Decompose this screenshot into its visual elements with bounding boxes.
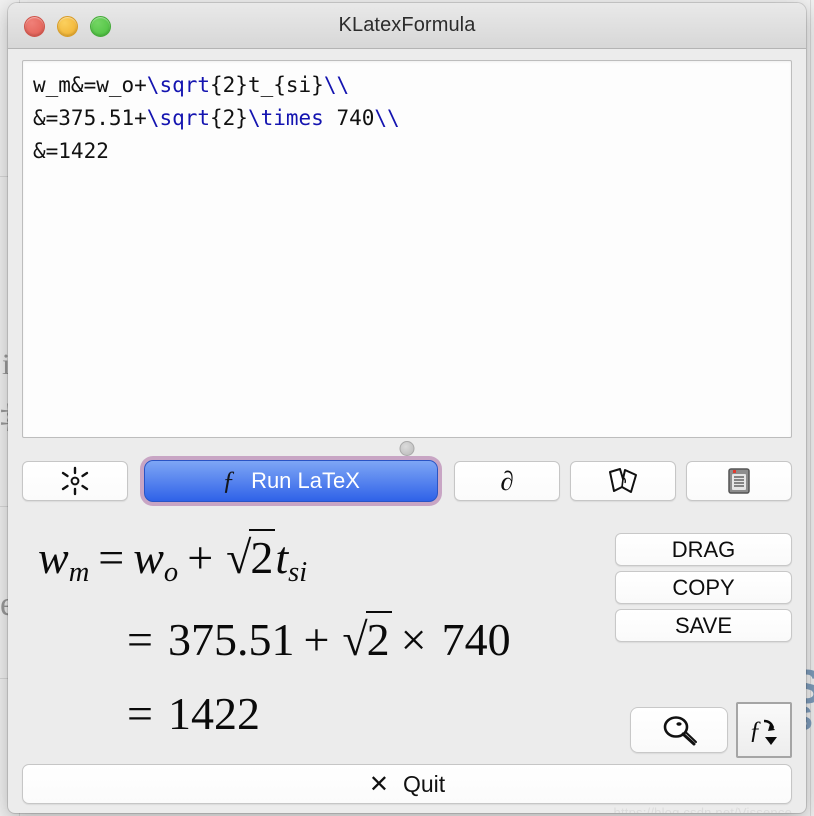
- drag-button[interactable]: DRAG: [615, 533, 792, 566]
- sun-sparkle-icon: [58, 466, 92, 496]
- quit-button[interactable]: ✕ Quit: [22, 764, 792, 804]
- math-number: 740: [441, 614, 511, 665]
- math-operator: =: [127, 688, 153, 739]
- close-x-icon: ✕: [368, 771, 389, 798]
- math-number: 375.51: [167, 614, 295, 665]
- latex-command-token: \sqrt: [146, 106, 211, 130]
- run-latex-button[interactable]: ƒ Run LaTeX: [144, 460, 438, 502]
- save-button[interactable]: SAVE: [615, 609, 792, 642]
- latex-text-token: {2}t_{si}: [210, 73, 324, 97]
- clear-latex-button[interactable]: [22, 461, 128, 501]
- latex-command-token: \\: [374, 106, 400, 130]
- run-latex-label: Run LaTeX: [251, 468, 360, 493]
- klatexformula-window: KLatexFormula w_m&=w_o+\sqrt{2}t_{si}\\ …: [8, 3, 806, 813]
- radicand: 2: [365, 611, 392, 666]
- latex-source-input[interactable]: w_m&=w_o+\sqrt{2}t_{si}\\ &=375.51+\sqrt…: [22, 60, 792, 438]
- math-identifier: w: [133, 532, 164, 583]
- partial-derivative-icon: ∂: [500, 465, 514, 496]
- splitter[interactable]: [8, 439, 806, 456]
- radicand: 2: [249, 529, 276, 584]
- minimize-button[interactable]: [57, 16, 78, 37]
- formula-style-menu-button[interactable]: ƒ: [736, 702, 792, 758]
- latex-command-token: \\: [323, 73, 350, 97]
- watermark-text: https://blog.csdn.net/Vissence: [613, 805, 792, 813]
- latex-command-token: \times: [247, 106, 324, 130]
- export-actions: DRAG COPY SAVE ƒ: [612, 511, 792, 758]
- close-button[interactable]: [24, 16, 45, 37]
- math-operator: +: [303, 614, 330, 665]
- magnifier-icon: [656, 713, 702, 747]
- math-operator: =: [127, 614, 153, 665]
- quit-label: Quit: [402, 770, 446, 797]
- formula-preview-area: wm = wo + √2tsi = 375.51 + √2 × 740 = 1422 DRAG CO…: [8, 507, 806, 758]
- latex-text-token: {2}: [210, 106, 248, 130]
- splitter-grip-handle[interactable]: [399, 441, 415, 456]
- pages-button[interactable]: [570, 461, 676, 501]
- rendered-formula[interactable]: wm = wo + √2tsi = 375.51 + √2 × 740 = 1422: [22, 511, 612, 758]
- formula-line-2: = 375.51 + √2 × 740: [118, 611, 511, 666]
- latex-text-token: &=1422: [33, 139, 109, 163]
- math-sqrt: √2: [342, 611, 392, 666]
- math-operator: +: [187, 532, 214, 583]
- math-operator: =: [98, 532, 125, 583]
- radical-sign-icon: √: [226, 532, 252, 583]
- pages-book-icon: [605, 466, 641, 496]
- math-subscript: si: [288, 556, 308, 588]
- math-number: 1422: [167, 688, 260, 739]
- math-identifier: t: [275, 532, 289, 583]
- library-button[interactable]: [686, 461, 792, 501]
- formula-line-3: = 1422: [118, 687, 260, 740]
- main-toolbar: ƒ Run LaTeX ∂: [8, 455, 806, 507]
- math-subscript: m: [68, 556, 90, 588]
- copy-button[interactable]: COPY: [615, 571, 792, 604]
- window-title: KLatexFormula: [338, 14, 476, 36]
- latex-text-token: &=375.51+: [33, 106, 147, 130]
- math-operator: ×: [400, 614, 427, 665]
- math-sqrt: √2: [226, 529, 276, 584]
- window-controls: [24, 16, 111, 37]
- maximize-button[interactable]: [90, 16, 111, 37]
- latex-command-token: \sqrt: [146, 73, 211, 97]
- latex-text-token: w_m&=w_o+: [33, 73, 147, 97]
- math-identifier: w: [38, 532, 69, 583]
- editor-area: w_m&=w_o+\sqrt{2}t_{si}\\ &=375.51+\sqrt…: [8, 49, 806, 439]
- preview-tools: ƒ: [630, 702, 792, 758]
- window-titlebar[interactable]: KLatexFormula: [8, 3, 806, 49]
- latex-text-token: 740: [323, 106, 375, 130]
- svg-text:ƒ: ƒ: [749, 717, 762, 744]
- radical-sign-icon: √: [342, 614, 368, 665]
- math-subscript: o: [163, 556, 179, 588]
- formula-line-1: wm = wo + √2tsi: [38, 529, 307, 589]
- function-glyph-icon: ƒ: [222, 466, 236, 495]
- library-document-icon: [726, 466, 752, 496]
- function-dropdown-icon: ƒ: [745, 711, 783, 749]
- preview-zoom-button[interactable]: [630, 707, 728, 753]
- quit-area: ✕ Quit https://blog.csdn.net/Vissence: [8, 758, 806, 813]
- symbols-palette-button[interactable]: ∂: [454, 461, 560, 501]
